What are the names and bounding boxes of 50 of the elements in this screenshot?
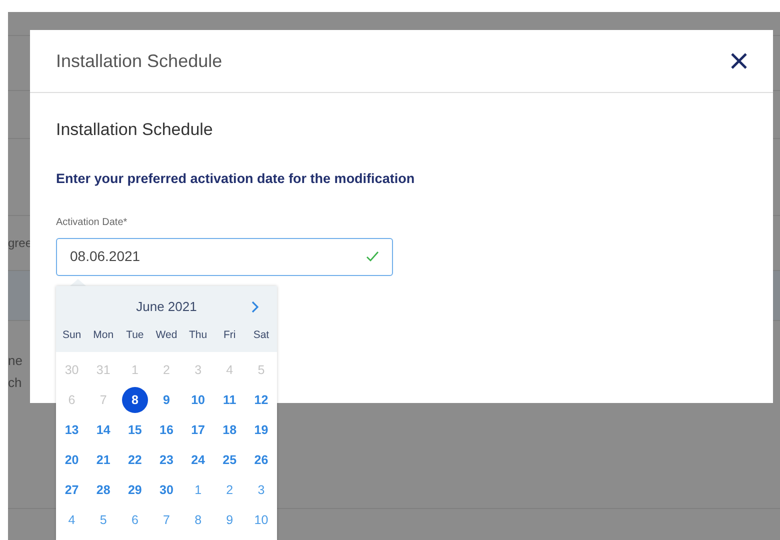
weekday-label: Sat [253,328,270,343]
calendar-day[interactable]: 11 [216,387,243,413]
calendar-day[interactable]: 16 [153,417,180,443]
calendar-day[interactable]: 29 [122,477,148,503]
calendar-day[interactable]: 27 [58,477,85,503]
calendar-day[interactable]: 12 [248,387,274,413]
weekday-label: Tue [126,328,144,343]
calendar-day[interactable]: 7 [153,507,180,533]
calendar-day[interactable]: 25 [216,447,243,473]
calendar-day[interactable]: 23 [153,447,180,473]
calendar-day[interactable]: 20 [58,447,85,473]
calendar-day[interactable]: 3 [248,477,274,503]
calendar-day[interactable]: 18 [216,417,243,443]
calendar-day[interactable]: 6 [122,507,148,533]
weekday-label: Mon [93,328,114,343]
month-label: June 2021 [136,298,197,316]
calendar-day[interactable]: 24 [185,447,212,473]
calendar-day[interactable]: 9 [153,387,180,413]
section-heading: Installation Schedule [56,119,214,141]
field-label: Activation Date* [56,216,128,230]
instruction-text: Enter your preferred activation date for the modification [56,170,416,188]
weekday-label: Wed [156,328,178,343]
next-month-icon[interactable] [251,301,261,313]
calendar-day[interactable]: 22 [122,447,148,473]
calendar-day[interactable]: 15 [122,417,148,443]
calendar-day[interactable]: 4 [58,507,85,533]
weekday-label: Sun [62,328,82,343]
close-icon[interactable] [729,51,749,71]
calendar-day[interactable]: 30 [153,477,180,503]
weekday-label: Thu [189,328,208,343]
weekday-label: Fri [224,328,236,343]
calendar-day[interactable]: 8 [185,507,212,533]
calendar-day[interactable]: 9 [216,507,243,533]
calendar-day[interactable]: 13 [58,417,85,443]
calendar-day[interactable]: 8 [122,387,148,413]
calendar-day[interactable]: 21 [90,447,116,473]
calendar-day[interactable]: 26 [248,447,274,473]
date-input-field[interactable]: 08.06.2021 [56,238,393,276]
calendar-day[interactable]: 2 [216,477,243,503]
background-text: ch [8,374,22,392]
calendar-day[interactable]: 10 [248,507,274,533]
background-text: ne [8,352,22,370]
calendar-day[interactable]: 5 [90,507,116,533]
calendar-day[interactable]: 28 [90,477,116,503]
dialog-title: Installation Schedule [56,50,222,72]
calendar-day[interactable]: 1 [185,477,212,503]
calendar-day[interactable]: 14 [90,417,116,443]
calendar-day[interactable]: 17 [185,417,212,443]
calendar-day[interactable]: 19 [248,417,274,443]
calendar-day[interactable]: 10 [185,387,212,413]
